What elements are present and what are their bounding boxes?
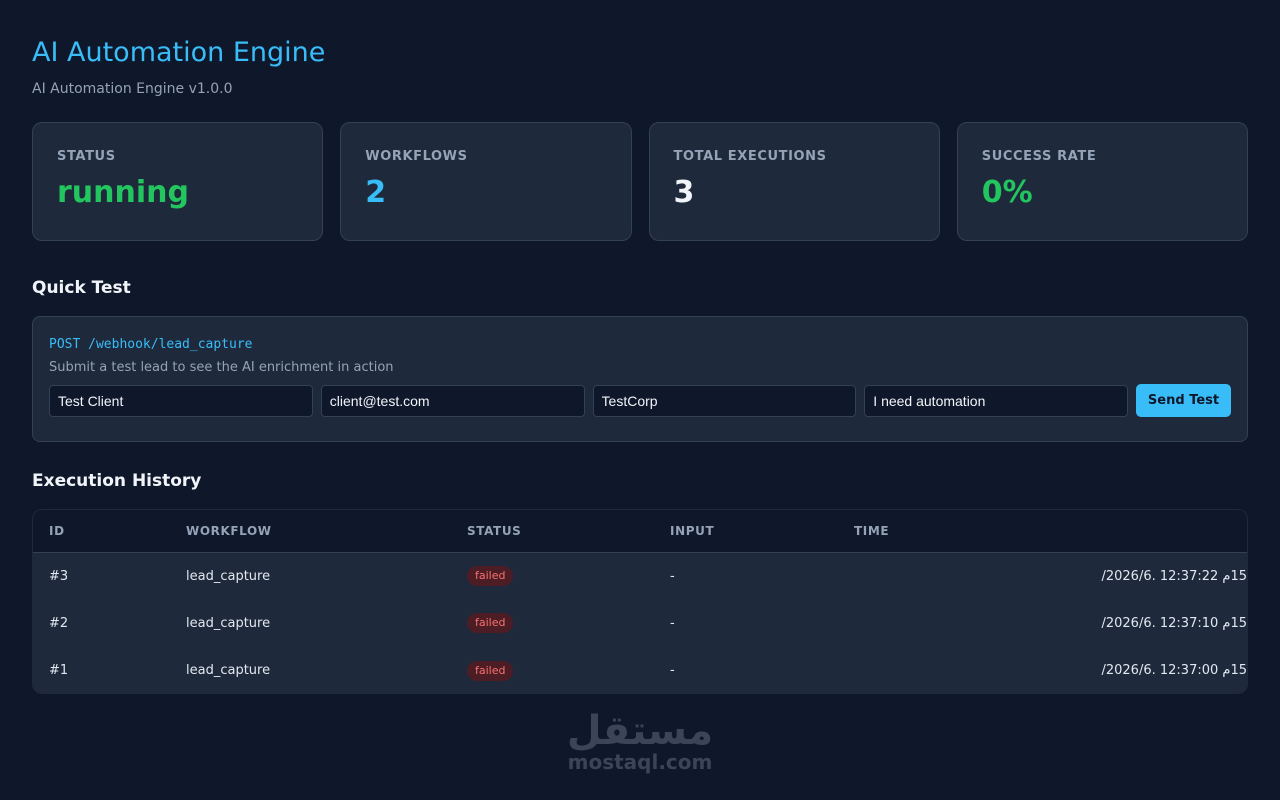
status-badge: failed (467, 566, 514, 586)
execution-history-table: ID WORKFLOW STATUS INPUT TIME #3 lead_ca… (32, 509, 1248, 694)
stat-label: SUCCESS RATE (981, 149, 1097, 164)
stat-card-total-executions: TOTAL EXECUTIONS 3 (648, 122, 940, 241)
cell-status: failed (451, 552, 654, 600)
cell-input: - (670, 615, 675, 631)
cell-time: 15م 12:37:22 .2026/6/ (1101, 568, 1247, 584)
stat-value: 3 (673, 175, 695, 210)
cell-input: - (670, 663, 675, 679)
company-input[interactable] (592, 384, 857, 417)
stat-value: 2 (365, 175, 387, 210)
table-row: #3 lead_capture failed - 15م 12:37:22 .2… (33, 552, 1247, 600)
stat-label: TOTAL EXECUTIONS (673, 149, 827, 164)
column-header-input: INPUT (670, 523, 715, 538)
quick-test-description: Submit a test lead to see the AI enrichm… (49, 360, 394, 375)
status-badge: failed (467, 660, 514, 681)
cell-time: 15م 12:37:10 .2026/6/ (1101, 615, 1247, 631)
column-header-time: TIME (854, 523, 890, 538)
stat-card-success-rate: SUCCESS RATE 0% (956, 122, 1248, 241)
column-header-workflow: WORKFLOW (186, 523, 272, 538)
cell-input: - (670, 568, 675, 584)
name-input[interactable] (49, 384, 313, 417)
endpoint-label: POST /webhook/lead_capture (49, 337, 253, 352)
cell-id: #3 (49, 568, 69, 584)
quick-test-panel: POST /webhook/lead_capture Submit a test… (32, 316, 1248, 442)
execution-history-title: Execution History (32, 471, 202, 491)
table-header-row: ID WORKFLOW STATUS INPUT TIME (33, 510, 1247, 552)
watermark-logo-arabic: مستقل (566, 708, 714, 754)
column-header-status: STATUS (467, 523, 522, 538)
stat-card-status: STATUS running (32, 122, 324, 241)
cell-workflow: lead_capture (186, 663, 271, 679)
quick-test-form: Send Test (49, 384, 1231, 417)
mostaql-watermark: مستقل mostaql.com (0, 708, 1280, 774)
page-title: AI Automation Engine (32, 37, 326, 68)
stat-value: 0% (981, 175, 1033, 210)
cell-workflow: lead_capture (186, 568, 271, 584)
stat-label: STATUS (57, 149, 116, 164)
stat-value: running (57, 175, 189, 210)
page: AI Automation Engine AI Automation Engin… (0, 0, 1280, 694)
status-badge: failed (467, 613, 514, 634)
send-test-button[interactable]: Send Test (1136, 384, 1231, 417)
stat-card-workflows: WORKFLOWS 2 (340, 122, 632, 241)
stat-label: WORKFLOWS (365, 149, 468, 164)
cell-workflow: lead_capture (186, 615, 271, 631)
cell-status: failed (451, 600, 654, 648)
column-header-id: ID (49, 523, 65, 538)
table-row: #1 lead_capture failed - 15م 12:37:00 .2… (33, 647, 1247, 693)
cell-status: failed (451, 647, 654, 693)
watermark-logo-latin: mostaql.com (567, 750, 713, 774)
page-subtitle: AI Automation Engine v1.0.0 (32, 81, 233, 97)
stats-row: STATUS running WORKFLOWS 2 TOTAL EXECUTI… (32, 122, 1248, 241)
cell-id: #1 (49, 663, 69, 679)
message-input[interactable] (864, 384, 1129, 417)
quick-test-title: Quick Test (32, 278, 131, 298)
cell-id: #2 (49, 615, 69, 631)
email-input[interactable] (320, 384, 585, 417)
cell-time: 15م 12:37:00 .2026/6/ (1101, 663, 1247, 679)
table-row: #2 lead_capture failed - 15م 12:37:10 .2… (33, 600, 1247, 648)
